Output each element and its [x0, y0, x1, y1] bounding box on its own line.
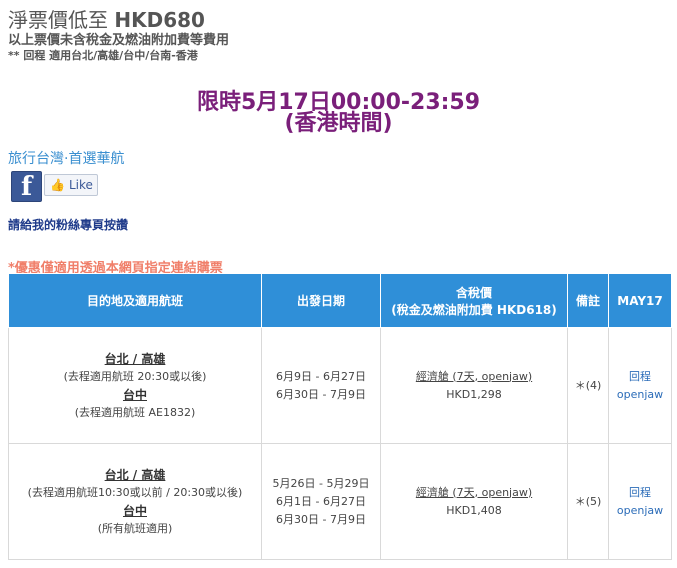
- trip-cell: 回程 openjaw: [608, 327, 672, 444]
- header-tax-line1: 含稅價: [455, 285, 492, 300]
- destination-cell: 台北 / 高雄 (去程適用航班 20:30或以後) 台中 (去程適用航班 AE1…: [8, 327, 262, 444]
- cabin-link[interactable]: 經濟艙 (7天, openjaw): [382, 484, 566, 502]
- return-link[interactable]: 回程: [610, 484, 670, 502]
- header-destination: 目的地及適用航班: [8, 273, 262, 328]
- destination-name: 台中: [122, 387, 147, 402]
- route-note: ** 回程 適用台北/高雄/台中/台南-香港: [8, 49, 198, 62]
- table-row: 台北 / 高雄 (去程適用航班 20:30或以後) 台中 (去程適用航班 AE1…: [8, 327, 672, 444]
- price-value: HKD1,298: [446, 387, 502, 401]
- thumbs-up-icon: 👍: [50, 178, 65, 192]
- facebook-icon[interactable]: f: [11, 171, 42, 202]
- brand-link[interactable]: 旅行台灣·首選華航: [8, 148, 124, 168]
- header-departure: 出發日期: [261, 273, 381, 328]
- date-range: 6月30日 - 7月9日: [276, 512, 366, 526]
- flight-condition: (所有航班適用): [97, 521, 173, 535]
- openjaw-link[interactable]: openjaw: [610, 386, 670, 404]
- header-tax-price: 含稅價 (稅金及燃油附加費 HKD618): [380, 273, 568, 328]
- remark-cell: ＊(4): [567, 327, 609, 444]
- openjaw-link[interactable]: openjaw: [610, 502, 670, 520]
- destination-cell: 台北 / 高雄 (去程適用航班10:30或以前 / 20:30或以後) 台中 (…: [8, 443, 262, 560]
- page-subtitle: 以上票價未含稅金及燃油附加費等費用: [8, 33, 230, 48]
- date-range: 6月9日 - 6月27日: [276, 369, 366, 383]
- price-cell: 經濟艙 (7天, openjaw) HKD1,408: [380, 443, 568, 560]
- fan-page-text: 請給我的粉絲專頁按讚: [8, 218, 129, 232]
- price-value: HKD1,408: [446, 503, 502, 517]
- flight-condition: (去程適用航班 AE1832): [74, 405, 196, 419]
- date-range: 6月1日 - 6月27日: [276, 494, 366, 508]
- like-label: Like: [69, 178, 93, 192]
- like-button[interactable]: 👍 Like: [44, 174, 98, 196]
- return-link[interactable]: 回程: [610, 368, 670, 386]
- destination-name: 台北 / 高雄: [104, 351, 166, 366]
- flight-condition: (去程適用航班10:30或以前 / 20:30或以後): [27, 485, 243, 499]
- promo-timezone: (香港時間): [284, 111, 393, 136]
- price-cell: 經濟艙 (7天, openjaw) HKD1,298: [380, 327, 568, 444]
- header-tax-line2: (稅金及燃油附加費 HKD618): [391, 302, 557, 317]
- destination-name: 台中: [122, 503, 147, 518]
- cabin-link[interactable]: 經濟艙 (7天, openjaw): [382, 368, 566, 386]
- flight-condition: (去程適用航班 20:30或以後): [63, 369, 207, 383]
- departure-cell: 6月9日 - 6月27日 6月30日 - 7月9日: [261, 327, 381, 444]
- table-row: 台北 / 高雄 (去程適用航班10:30或以前 / 20:30或以後) 台中 (…: [8, 443, 672, 560]
- date-range: 5月26日 - 5月29日: [272, 476, 370, 490]
- header-remarks: 備註: [567, 273, 609, 328]
- remark-cell: ＊(5): [567, 443, 609, 560]
- header-may17: MAY17: [608, 273, 672, 328]
- date-range: 6月30日 - 7月9日: [276, 387, 366, 401]
- departure-cell: 5月26日 - 5月29日 6月1日 - 6月27日 6月30日 - 7月9日: [261, 443, 381, 560]
- destination-name: 台北 / 高雄: [104, 467, 166, 482]
- trip-cell: 回程 openjaw: [608, 443, 672, 560]
- fares-table: 目的地及適用航班 出發日期 含稅價 (稅金及燃油附加費 HKD618) 備註 M…: [8, 273, 672, 560]
